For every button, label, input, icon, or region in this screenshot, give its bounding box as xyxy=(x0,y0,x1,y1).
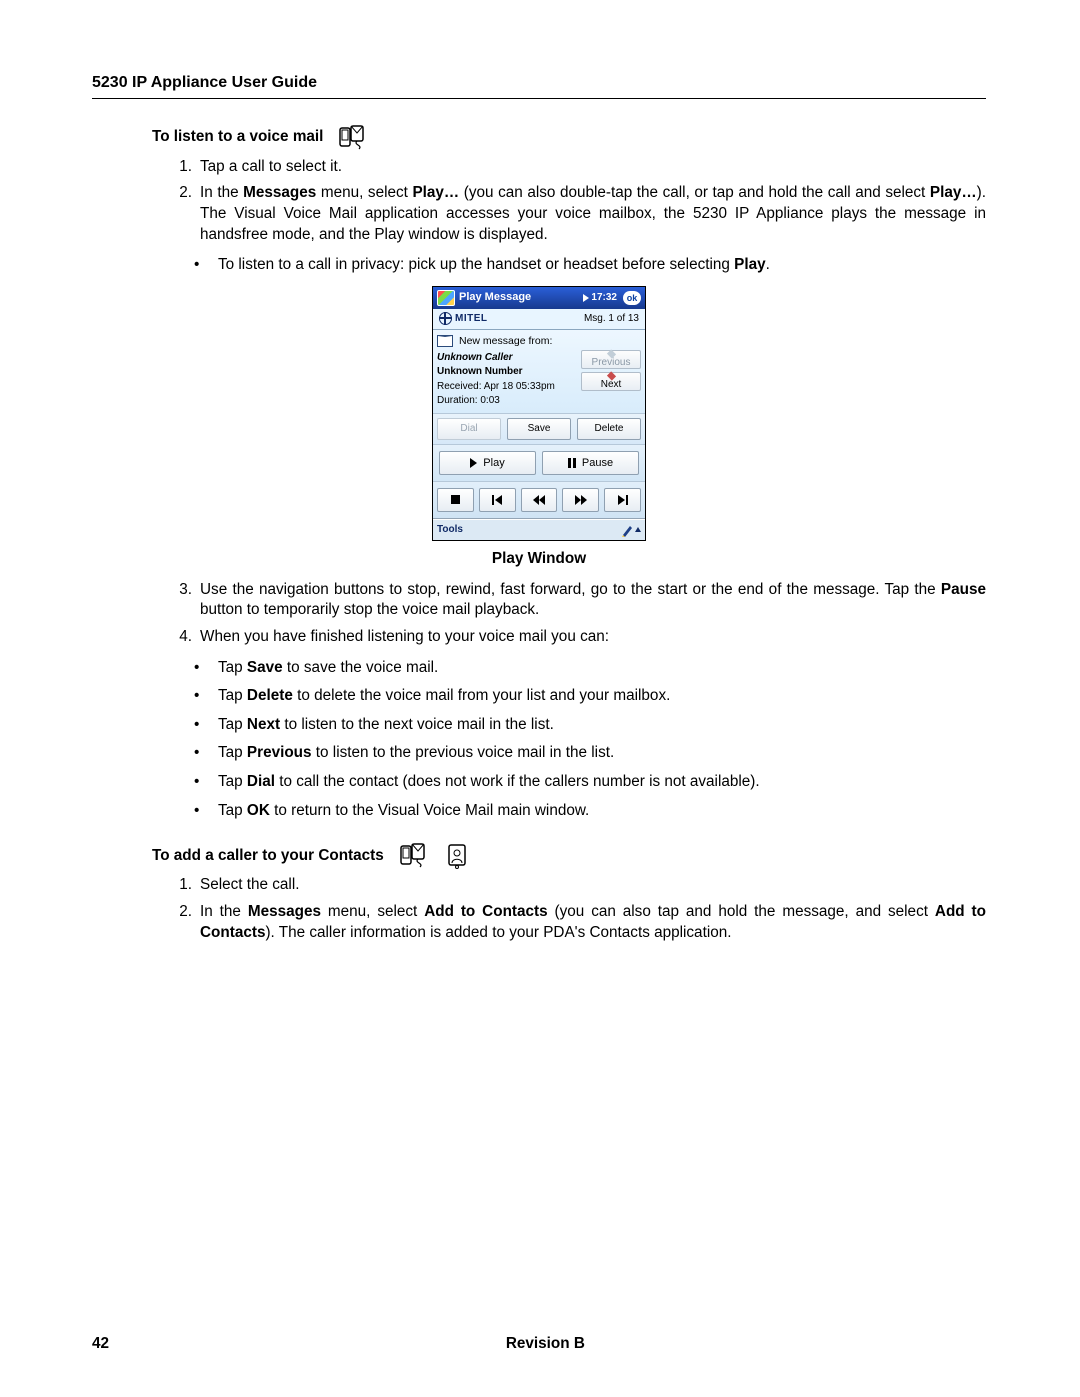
figure-caption: Play Window xyxy=(92,549,986,570)
duration: Duration: 0:03 xyxy=(437,394,575,408)
pda-window-title: Play Message xyxy=(459,290,579,305)
s1-privacy-note: To listen to a call in privacy: pick up … xyxy=(218,255,986,276)
play-window-screenshot: Play Message 17:32 ok MITEL Msg. 1 of 13… xyxy=(432,286,646,541)
s2-step2: In the Messages menu, select Add to Cont… xyxy=(200,902,986,943)
voicemail-app-icon xyxy=(339,125,369,151)
pause-button[interactable]: Pause xyxy=(542,451,639,475)
contacts-icon xyxy=(446,843,468,869)
ok-button[interactable]: ok xyxy=(623,291,641,305)
stop-icon xyxy=(451,495,460,504)
opt-dial: Tap Dial to call the contact (does not w… xyxy=(218,772,986,793)
play-button[interactable]: Play xyxy=(439,451,536,475)
s1-step2: In the Messages menu, select Play… (you … xyxy=(200,183,986,245)
rewind-icon xyxy=(533,495,545,505)
mitel-logo: MITEL xyxy=(439,312,488,326)
voicemail-app-icon-2 xyxy=(400,843,430,869)
pencil-icon[interactable] xyxy=(621,523,633,537)
s1-step1: Tap a call to select it. xyxy=(200,157,986,178)
skip-end-button[interactable] xyxy=(604,488,641,512)
stop-button[interactable] xyxy=(437,488,474,512)
section2-title: To add a caller to your Contacts xyxy=(152,846,384,867)
caller-name: Unknown Caller xyxy=(437,351,575,365)
s2-step1: Select the call. xyxy=(200,875,986,896)
dial-button[interactable]: Dial xyxy=(437,418,501,440)
revision: Revision B xyxy=(506,1334,585,1355)
tools-menu[interactable]: Tools xyxy=(437,523,463,537)
s1-step4: When you have finished listening to your… xyxy=(200,627,986,648)
opt-previous: Tap Previous to listen to the previous v… xyxy=(218,743,986,764)
skip-start-icon xyxy=(492,495,502,505)
up-arrow-icon[interactable] xyxy=(635,527,641,532)
opt-ok: Tap OK to return to the Visual Voice Mai… xyxy=(218,801,986,822)
skip-start-button[interactable] xyxy=(479,488,516,512)
page-number: 42 xyxy=(92,1334,109,1355)
fastforward-button[interactable] xyxy=(562,488,599,512)
new-msg-label: New message from: xyxy=(459,334,552,348)
s1-step3: Use the navigation buttons to stop, rewi… xyxy=(200,580,986,621)
caller-number: Unknown Number xyxy=(437,365,575,379)
next-button[interactable]: Next xyxy=(581,372,641,391)
pause-icon xyxy=(568,458,576,468)
play-icon xyxy=(470,458,477,468)
page-header: 5230 IP Appliance User Guide xyxy=(92,72,986,99)
windows-flag-icon xyxy=(437,290,455,306)
opt-delete: Tap Delete to delete the voice mail from… xyxy=(218,686,986,707)
pda-time: 17:32 xyxy=(583,291,617,305)
opt-save: Tap Save to save the voice mail. xyxy=(218,658,986,679)
section1-title: To listen to a voice mail xyxy=(152,127,323,148)
delete-button[interactable]: Delete xyxy=(577,418,641,440)
rewind-button[interactable] xyxy=(521,488,558,512)
previous-button[interactable]: Previous xyxy=(581,350,641,369)
opt-next: Tap Next to listen to the next voice mai… xyxy=(218,715,986,736)
msg-counter: Msg. 1 of 13 xyxy=(584,312,639,326)
mail-icon xyxy=(437,335,453,347)
skip-end-icon xyxy=(618,495,628,505)
received-time: Received: Apr 18 05:33pm xyxy=(437,380,575,394)
fastforward-icon xyxy=(575,495,587,505)
save-button[interactable]: Save xyxy=(507,418,571,440)
